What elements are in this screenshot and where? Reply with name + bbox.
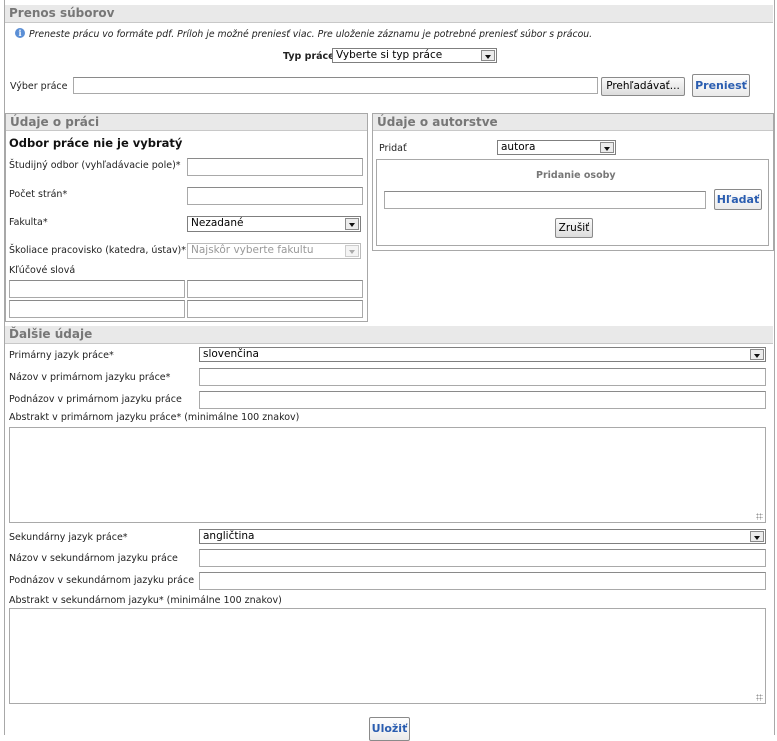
cancel-button[interactable]: Zrušiť [555, 218, 593, 238]
primary-lang-label: Primárny jazyk práce* [9, 350, 114, 361]
primary-title-input[interactable] [199, 368, 766, 386]
work-subtitle: Odbor práce nie je vybratý [9, 136, 183, 150]
primary-subtitle-input[interactable] [199, 391, 766, 409]
work-title: Údaje o práci [10, 115, 100, 129]
pages-label: Počet strán* [9, 189, 68, 200]
chevron-down-icon [600, 142, 614, 153]
keywords-label: Kľúčové slová [9, 265, 76, 276]
file-label: Výber práce [10, 81, 68, 92]
transfer-title: Prenos súborov [9, 6, 115, 20]
dept-label: Školiace pracovisko (katedra, ústav)* [9, 245, 187, 256]
faculty-label: Fakulta* [9, 217, 48, 228]
secondary-lang-value: angličtina [203, 530, 255, 542]
work-header: Údaje o práci [6, 114, 367, 131]
save-button[interactable]: Uložiť [369, 717, 410, 741]
secondary-subtitle-label: Podnázov v sekundárnom jazyku práce [9, 575, 195, 586]
chevron-down-icon [750, 349, 764, 360]
keyword-input-2[interactable] [187, 280, 363, 298]
chevron-down-icon [345, 218, 359, 230]
type-select[interactable]: Vyberte si typ práce [332, 48, 497, 63]
file-input[interactable] [73, 77, 598, 94]
chevron-down-icon [750, 531, 764, 542]
add-label: Pridať [379, 143, 407, 154]
primary-lang-select[interactable]: slovenčina [199, 347, 766, 362]
pages-input[interactable] [187, 187, 363, 205]
chevron-down-icon [345, 245, 359, 257]
keyword-input-3[interactable] [9, 300, 185, 318]
secondary-lang-label: Sekundárny jazyk práce* [9, 532, 128, 543]
secondary-abstract-textarea[interactable] [9, 608, 766, 704]
search-button[interactable]: Hľadať [714, 189, 762, 210]
person-search-input[interactable] [384, 191, 706, 209]
field-label: Študijný odbor (vyhľadávacie pole)* [9, 160, 181, 171]
upload-button[interactable]: Preniesť [692, 74, 750, 97]
chevron-down-icon [481, 50, 495, 61]
primary-title-label: Názov v primárnom jazyku práce* [9, 372, 171, 383]
secondary-subtitle-input[interactable] [199, 572, 766, 590]
resize-grip-icon[interactable] [756, 513, 763, 520]
browse-button[interactable]: Prehľadávať... [601, 77, 685, 96]
secondary-lang-select[interactable]: angličtina [199, 529, 766, 544]
person-title: Pridanie osoby [536, 170, 616, 181]
type-label: Typ práce [283, 51, 335, 62]
more-title: Ďalšie údaje [9, 327, 93, 341]
more-header: Ďalšie údaje [5, 326, 773, 344]
secondary-title-input[interactable] [199, 549, 766, 567]
authorship-title: Údaje o autorstve [377, 115, 498, 129]
dept-select-value: Najskôr vyberte fakultu [191, 244, 314, 256]
primary-abstract-label: Abstrakt v primárnom jazyku práce* (mini… [9, 412, 300, 423]
add-select-value: autora [501, 141, 536, 153]
resize-grip-icon[interactable] [756, 694, 763, 701]
type-select-value: Vyberte si typ práce [336, 49, 443, 61]
field-input[interactable] [187, 158, 363, 176]
faculty-select-value: Nezadané [191, 217, 244, 229]
add-select[interactable]: autora [497, 140, 616, 155]
primary-subtitle-label: Podnázov v primárnom jazyku práce [9, 394, 182, 405]
transfer-header: Prenos súborov [5, 5, 773, 23]
primary-lang-value: slovenčina [203, 348, 259, 360]
info-icon: i [15, 28, 25, 38]
secondary-title-label: Názov v sekundárnom jazyku práce [9, 553, 178, 564]
faculty-select[interactable]: Nezadané [187, 216, 361, 232]
dept-select: Najskôr vyberte fakultu [187, 243, 361, 259]
secondary-abstract-label: Abstrakt v sekundárnom jazyku* (minimáln… [9, 595, 282, 606]
authorship-header: Údaje o autorstve [373, 114, 773, 131]
primary-abstract-textarea[interactable] [9, 427, 766, 523]
keyword-input-4[interactable] [187, 300, 363, 318]
keyword-input-1[interactable] [9, 280, 185, 298]
transfer-info: Preneste prácu vo formáte pdf. Príloh je… [29, 29, 593, 40]
